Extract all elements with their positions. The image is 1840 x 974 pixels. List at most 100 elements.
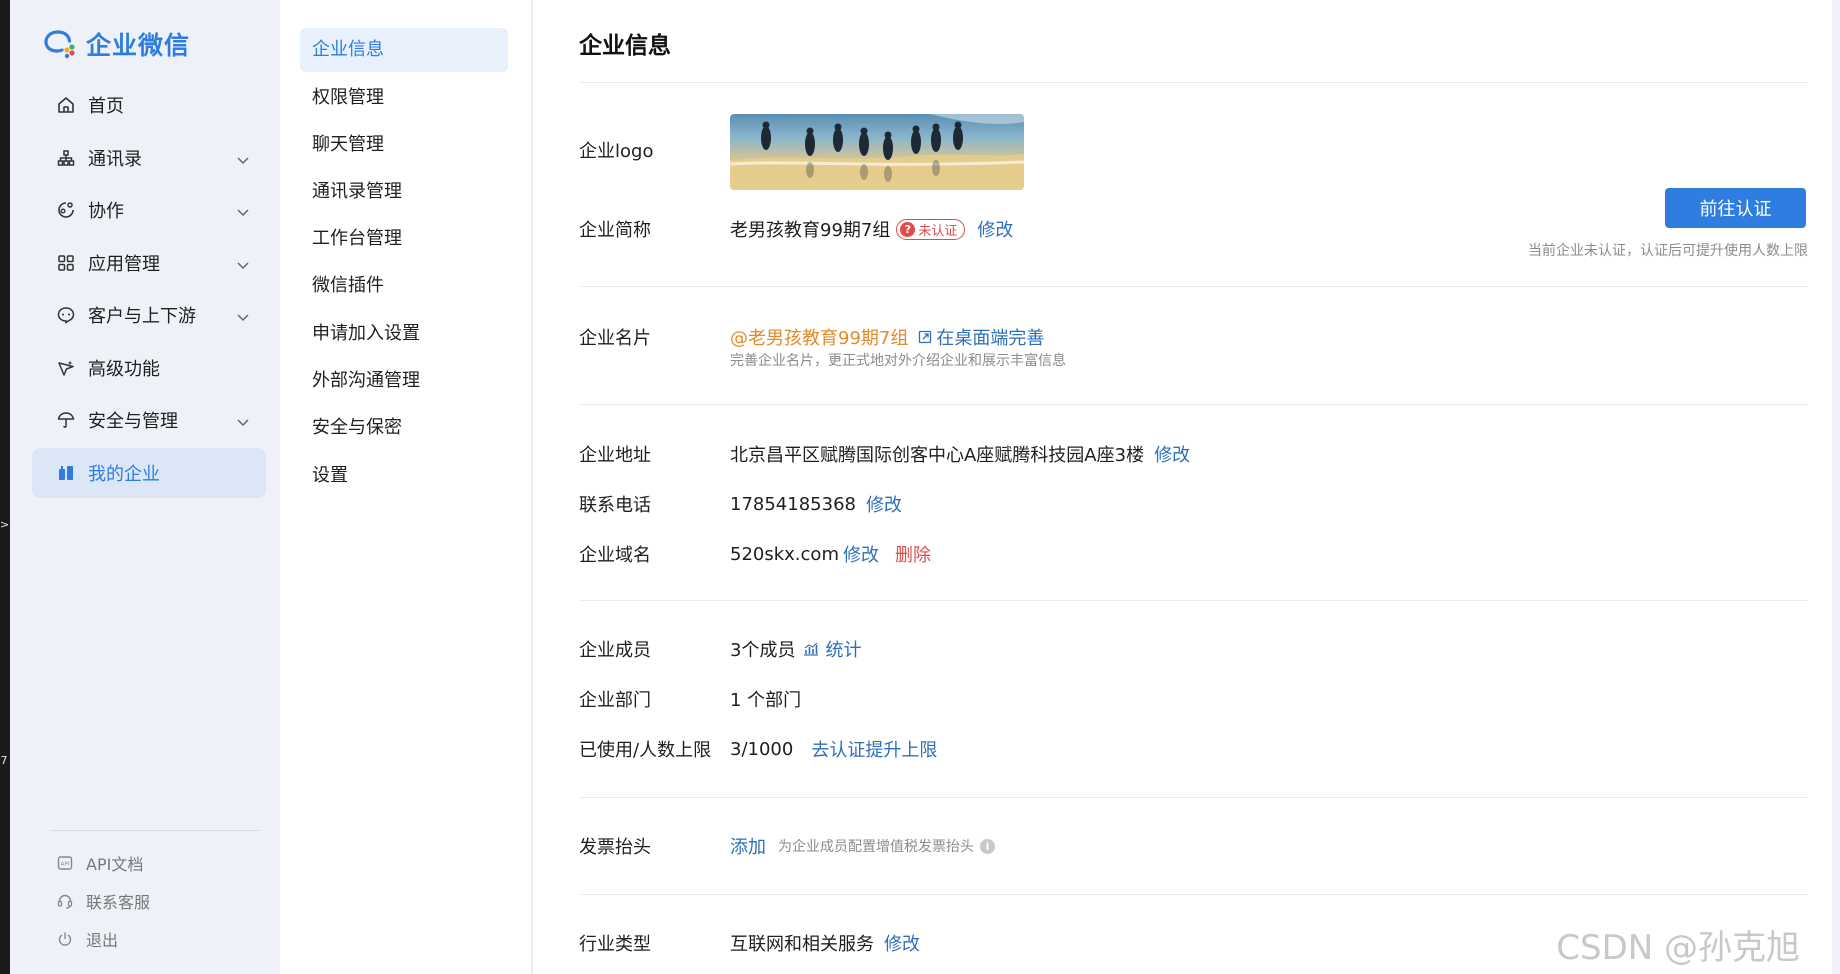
unverified-badge: ? 未认证 bbox=[896, 218, 966, 240]
member-stats-link[interactable]: 统计 bbox=[825, 636, 861, 662]
stats-chart-icon bbox=[803, 642, 819, 656]
chevron-down-icon bbox=[236, 413, 250, 427]
question-icon: ? bbox=[900, 221, 916, 237]
submenu-item-external-communication[interactable]: 外部沟通管理 bbox=[300, 359, 508, 403]
logout-label: 退出 bbox=[86, 931, 119, 950]
submenu-item-security-privacy[interactable]: 安全与保密 bbox=[300, 406, 508, 450]
api-doc-icon: API bbox=[56, 854, 74, 872]
industry-value: 互联网和相关服务 bbox=[730, 934, 874, 955]
divider bbox=[579, 797, 1808, 798]
sidebar-item-label: 协作 bbox=[88, 201, 124, 222]
raise-limit-link[interactable]: 去认证提升上限 bbox=[811, 736, 937, 762]
sparkle-icon bbox=[56, 358, 76, 378]
api-docs-label: API文档 bbox=[86, 855, 144, 874]
edit-domain-link[interactable]: 修改 bbox=[843, 541, 879, 567]
api-docs-link[interactable]: API API文档 bbox=[56, 851, 256, 875]
chevron-down-icon bbox=[236, 256, 250, 270]
divider bbox=[579, 600, 1808, 601]
submenu-item-contacts-management[interactable]: 通讯录管理 bbox=[300, 170, 508, 214]
short-name-label: 企业简称 bbox=[579, 220, 651, 241]
app-window: 企业微信 首页 通讯录 协作 应用管理 客户与上下游 高级功能 安全与管理 我的… bbox=[10, 0, 1840, 974]
user-limit-label: 已使用/人数上限 bbox=[579, 740, 712, 761]
domain-value: 520skx.com bbox=[730, 543, 839, 565]
edit-phone-link[interactable]: 修改 bbox=[866, 491, 902, 517]
logo-label: 企业logo bbox=[579, 141, 654, 162]
sidebar-item-contacts[interactable]: 通讯录 bbox=[32, 133, 266, 183]
contact-support-link[interactable]: 联系客服 bbox=[56, 889, 256, 913]
invoice-hint: 为企业成员配置增值税发票抬头 bbox=[778, 839, 974, 855]
building-icon bbox=[56, 463, 76, 483]
unverified-badge-label: 未认证 bbox=[918, 223, 958, 239]
sidebar-item-label: 应用管理 bbox=[88, 253, 160, 275]
go-verify-button[interactable]: 前往认证 bbox=[1665, 188, 1806, 228]
business-card-hint: 完善企业名片，更正式地对外介绍企业和展示丰富信息 bbox=[730, 353, 1066, 369]
sidebar-item-customers[interactable]: 客户与上下游 bbox=[32, 290, 266, 340]
enterprise-logo-image[interactable] bbox=[730, 114, 1024, 190]
secondary-menu: 企业信息 权限管理 聊天管理 通讯录管理 工作台管理 微信插件 申请加入设置 外… bbox=[280, 0, 532, 974]
chevron-down-icon bbox=[236, 151, 250, 165]
sidebar-item-label: 通讯录 bbox=[88, 148, 142, 170]
submenu-item-join-settings[interactable]: 申请加入设置 bbox=[300, 312, 508, 356]
watermark: CSDN @孙克旭 bbox=[1556, 928, 1800, 968]
main-content: 企业信息 企业logo 企业简称 老男孩教育99期7组 ? 未认证 修改 前往认… bbox=[533, 0, 1840, 974]
sidebar-item-advanced[interactable]: 高级功能 bbox=[32, 343, 266, 393]
contact-support-label: 联系客服 bbox=[86, 893, 151, 912]
members-value: 3个成员 bbox=[730, 640, 796, 661]
svg-text:API: API bbox=[61, 862, 70, 868]
chevron-down-icon bbox=[236, 308, 250, 322]
edit-industry-link[interactable]: 修改 bbox=[884, 930, 920, 956]
wecom-logo-icon bbox=[44, 29, 78, 59]
logout-link[interactable]: 退出 bbox=[56, 927, 256, 951]
submenu-item-permissions[interactable]: 权限管理 bbox=[300, 76, 508, 120]
industry-label: 行业类型 bbox=[579, 934, 651, 955]
sidebar-item-label: 首页 bbox=[88, 96, 124, 117]
departments-value: 1 个部门 bbox=[730, 690, 802, 711]
delete-domain-link[interactable]: 删除 bbox=[895, 541, 931, 567]
chat-bubble-icon bbox=[56, 305, 76, 325]
power-icon bbox=[56, 930, 74, 948]
divider bbox=[579, 286, 1808, 287]
sidebar-item-home[interactable]: 首页 bbox=[32, 80, 266, 130]
business-card-row: @老男孩教育99期7组 在桌面端完善 bbox=[730, 324, 1044, 350]
submenu-item-workbench-management[interactable]: 工作台管理 bbox=[300, 217, 508, 261]
home-icon bbox=[56, 95, 76, 115]
short-name-value: 老男孩教育99期7组 bbox=[730, 220, 891, 241]
domain-row: 520skx.com 修改 删除 bbox=[730, 541, 931, 567]
collab-icon bbox=[56, 200, 76, 220]
chevron-down-icon bbox=[236, 203, 250, 217]
user-limit-row: 3/1000 去认证提升上限 bbox=[730, 736, 937, 762]
divider bbox=[579, 894, 1808, 895]
submenu-item-enterprise-info[interactable]: 企业信息 bbox=[300, 28, 508, 72]
divider bbox=[579, 404, 1808, 405]
add-invoice-link[interactable]: 添加 bbox=[730, 833, 766, 859]
submenu-item-chat-management[interactable]: 聊天管理 bbox=[300, 123, 508, 167]
sidebar-item-my-enterprise[interactable]: 我的企业 bbox=[32, 447, 266, 498]
edit-short-name-link[interactable]: 修改 bbox=[977, 216, 1013, 242]
business-card-value[interactable]: @老男孩教育99期7组 bbox=[730, 324, 908, 350]
page-title: 企业信息 bbox=[579, 33, 671, 59]
departments-label: 企业部门 bbox=[579, 690, 651, 711]
industry-row: 互联网和相关服务 修改 bbox=[730, 930, 920, 956]
complete-on-desktop-link[interactable]: 在桌面端完善 bbox=[936, 324, 1044, 350]
right-edge-strip bbox=[1832, 0, 1840, 974]
domain-label: 企业域名 bbox=[579, 545, 651, 566]
info-icon[interactable]: i bbox=[980, 838, 995, 854]
edit-address-link[interactable]: 修改 bbox=[1154, 441, 1190, 467]
sidebar-item-label: 安全与管理 bbox=[88, 411, 178, 432]
sidebar-item-label: 高级功能 bbox=[88, 358, 160, 380]
address-label: 企业地址 bbox=[579, 445, 651, 466]
headset-icon bbox=[56, 892, 74, 910]
submenu-item-settings[interactable]: 设置 bbox=[300, 454, 508, 498]
app-name: 企业微信 bbox=[86, 31, 191, 60]
edge-marker-digit: 7 bbox=[0, 754, 8, 767]
sidebar-item-collab[interactable]: 协作 bbox=[32, 185, 266, 235]
sidebar-item-app-management[interactable]: 应用管理 bbox=[32, 238, 266, 288]
short-name-row: 老男孩教育99期7组 ? 未认证 修改 bbox=[730, 216, 1013, 242]
app-logo[interactable]: 企业微信 bbox=[44, 26, 190, 62]
phone-value: 17854185368 bbox=[730, 493, 856, 515]
submenu-item-wechat-plugin[interactable]: 微信插件 bbox=[300, 264, 508, 308]
sidebar-item-security[interactable]: 安全与管理 bbox=[32, 395, 266, 445]
sidebar-item-label: 我的企业 bbox=[88, 463, 160, 485]
left-edge-strip: > 7 bbox=[0, 0, 10, 974]
edge-marker-arrow: > bbox=[0, 518, 10, 531]
